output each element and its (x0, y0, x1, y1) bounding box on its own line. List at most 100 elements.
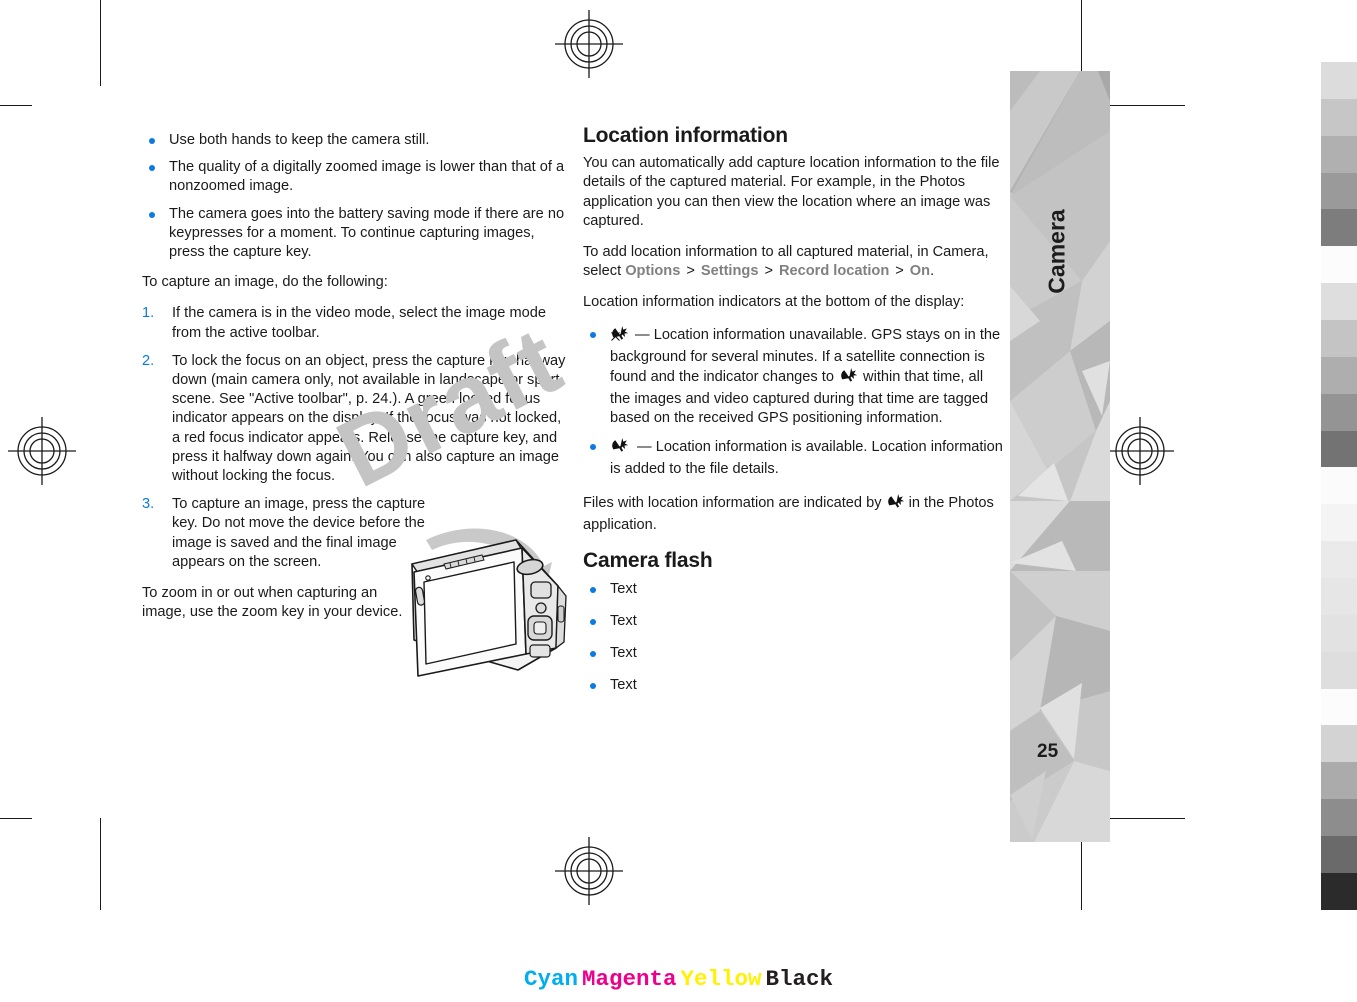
path-separator: > (895, 263, 904, 280)
gps-unavailable-icon (610, 325, 629, 348)
flash-item-text: Text (610, 677, 637, 694)
crop-mark-bottom-left-horizontal (0, 818, 32, 819)
printed-page: Use both hands to keep the camera still.… (0, 0, 1357, 1002)
step-number: 1. (142, 305, 155, 322)
bullet-dot-icon (149, 165, 155, 172)
list-item: — Location information unavailable. GPS … (583, 325, 1003, 429)
tip-text: The camera goes into the battery saving … (169, 205, 565, 261)
registration-mark-top (555, 10, 623, 78)
bullet-dot-icon (590, 683, 596, 690)
flash-item-text: Text (610, 580, 637, 597)
tip-text: Use both hands to keep the camera still. (169, 132, 430, 148)
gray-swatch (1321, 209, 1357, 247)
gray-swatch (1321, 872, 1357, 910)
gray-swatch (1321, 688, 1357, 726)
page-title: Location information (583, 124, 788, 147)
cmyk-color-bar: Cyan Magenta Yellow Black (0, 966, 1357, 992)
gray-swatch (1321, 283, 1357, 321)
cmyk-label-cyan: Cyan (523, 966, 578, 992)
flash-item-text: Text (610, 612, 637, 629)
page-number: 25 (1037, 741, 1059, 762)
ui-path-record-location[interactable]: Record location (779, 263, 889, 279)
list-item: Text (583, 676, 1003, 695)
gray-swatch (1321, 578, 1357, 615)
camera-flash-heading: Camera flash (583, 549, 713, 573)
bullet-dot-icon (149, 211, 155, 218)
location-info-paragraph-1: You can automatically add capture locati… (583, 155, 1000, 229)
gray-swatch (1321, 614, 1357, 652)
cmyk-label-yellow: Yellow (680, 966, 762, 992)
device-capture-key-illustration (398, 520, 570, 695)
cmyk-label-black: Black (765, 966, 834, 992)
files-note-lead: Files with location information are indi… (583, 495, 886, 512)
list-item: — Location information is available. Loc… (583, 437, 1003, 479)
right-text-column: Location information You can automatical… (583, 124, 1003, 706)
crop-mark-top-left-horizontal (0, 105, 32, 106)
step-text: To capture an image, press the capture k… (172, 496, 426, 570)
gray-swatch (1321, 393, 1357, 431)
list-item: 2. To lock the focus on an object, press … (142, 352, 566, 486)
crop-mark-bottom-left-vertical (100, 818, 101, 910)
para2-trailing: . (930, 263, 935, 280)
gps-available-icon (886, 493, 905, 516)
chapter-title: Camera (1043, 209, 1070, 294)
list-item: Use both hands to keep the camera still. (142, 131, 566, 150)
step-text: If the camera is in the video mode, sele… (172, 305, 546, 341)
chapter-tab: Camera 25 (1010, 71, 1110, 842)
gray-swatch (1321, 504, 1357, 542)
ui-path-on[interactable]: On (910, 263, 930, 279)
bullet-dot-icon (590, 443, 596, 450)
cmyk-label-magenta: Magenta (581, 966, 677, 992)
gray-swatch (1321, 541, 1357, 579)
bullet-dot-icon (590, 618, 596, 625)
gray-swatch (1321, 836, 1357, 873)
gps-available-icon (839, 367, 858, 390)
indicator-text: — Location information is available. Loc… (610, 438, 1003, 477)
gray-swatch (1321, 320, 1357, 357)
registration-mark-bottom (555, 837, 623, 905)
tip-text: The quality of a digitally zoomed image … (169, 159, 565, 195)
gray-swatch (1321, 651, 1357, 689)
list-item: Text (583, 644, 1003, 663)
gray-swatch (1321, 467, 1357, 505)
gray-swatch (1321, 356, 1357, 394)
gray-swatch (1321, 172, 1357, 210)
step-number: 2. (142, 352, 155, 369)
gps-available-icon (610, 437, 629, 460)
bullet-dot-icon (590, 331, 596, 338)
list-item: The camera goes into the battery saving … (142, 205, 566, 263)
gray-swatch (1321, 62, 1357, 99)
location-indicators-intro: Location information indicators at the b… (583, 294, 965, 311)
list-item: The quality of a digitally zoomed image … (142, 158, 566, 196)
flash-item-text: Text (610, 645, 637, 662)
gray-swatch (1321, 430, 1357, 468)
list-item: 1. If the camera is in the video mode, se… (142, 304, 566, 342)
files-location-note: Files with location information are indi… (583, 493, 1003, 535)
crop-mark-bottom-right-horizontal (1105, 818, 1185, 819)
location-indicators-list: — Location information unavailable. GPS … (583, 325, 1003, 479)
crop-mark-top-left-vertical (100, 0, 101, 86)
gray-swatch (1321, 799, 1357, 837)
step-number: 3. (142, 496, 155, 513)
list-item: Text (583, 612, 1003, 631)
capture-intro-text: To capture an image, do the following: (142, 274, 388, 291)
ui-path-settings[interactable]: Settings (701, 263, 759, 279)
zoom-key-text: To zoom in or out when capturing an imag… (142, 585, 403, 621)
list-item: 3. To capture an image, press the capture… (142, 495, 430, 572)
camera-tips-list: Use both hands to keep the camera still.… (142, 131, 566, 262)
step-text: To lock the focus on an object, press th… (172, 352, 566, 485)
registration-mark-left (8, 417, 76, 485)
grayscale-calibration-strip (1321, 62, 1357, 910)
gray-swatch (1321, 725, 1357, 763)
bullet-dot-icon (590, 586, 596, 593)
ui-path-options[interactable]: Options (625, 263, 680, 279)
location-info-paragraph-2: To add location information to all captu… (583, 243, 1003, 281)
registration-mark-right (1106, 417, 1174, 485)
gray-swatch (1321, 246, 1357, 284)
list-item: Text (583, 580, 1003, 599)
path-separator: > (764, 263, 773, 280)
bullet-dot-icon (149, 138, 155, 144)
gray-swatch (1321, 98, 1357, 136)
bullet-dot-icon (590, 651, 596, 658)
gray-swatch (1321, 135, 1357, 173)
